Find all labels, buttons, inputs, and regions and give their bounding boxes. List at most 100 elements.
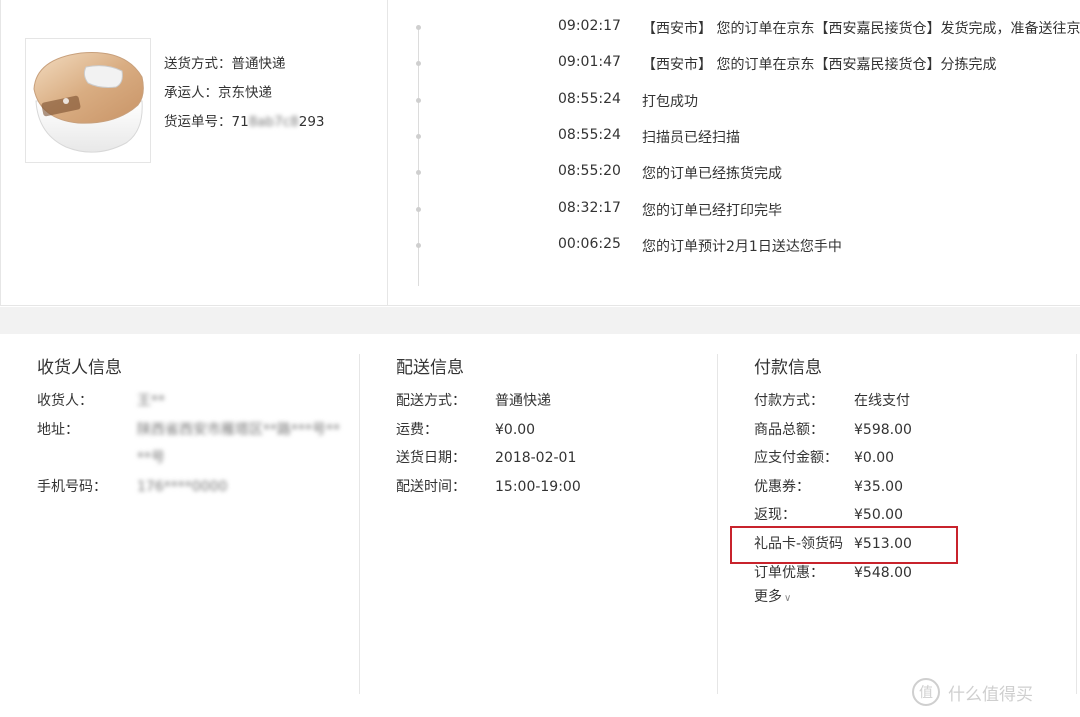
column-divider — [1076, 354, 1077, 694]
payment-row-value: ¥35.00 — [854, 478, 903, 495]
receiver-address-row: 地址： 陕西省西安市雁塔区**路***号** — [37, 419, 340, 448]
timeline-dot — [416, 97, 421, 103]
section-gap — [0, 307, 1080, 334]
receiver-address-cont-row: **号 — [37, 447, 165, 476]
timeline-text: 扫描员已经扫描 — [642, 129, 740, 146]
delivery-time-label: 配送时间： — [396, 478, 466, 495]
timeline-entry: 09:02:17 【西安市】 您的订单在京东【西安嘉民接货仓】发货完成，准备送往京 — [416, 18, 1080, 42]
receiver-title: 收货人信息 — [37, 358, 122, 378]
timeline-time: 09:02:17 — [558, 18, 621, 34]
tracking-number-suffix: 293 — [298, 114, 325, 130]
payment-row-label: 商品总额： — [754, 421, 824, 438]
delivery-fee-label: 运费： — [396, 421, 438, 438]
tracking-panel: 送货方式：普通快递 承运人：京东快递 货运单号：718ab7c8293 09:0… — [0, 0, 1080, 306]
delivery-time-row: 配送时间： 15:00-19:00 — [396, 476, 581, 505]
timeline-text: 【西安市】 您的订单在京东【西安嘉民接货仓】分拣完成 — [642, 57, 997, 74]
timeline-text: 您的订单预计2月1日送达您手中 — [642, 238, 842, 255]
timeline-dot — [416, 25, 421, 30]
timeline-dot — [416, 206, 421, 212]
watermark-text: 什么值得买 — [948, 684, 1033, 705]
delivery-method-row: 配送方式： 普通快递 — [396, 390, 551, 419]
timeline-time: 08:55:24 — [558, 126, 621, 143]
tracking-number-hidden: 8ab7c8 — [248, 114, 299, 130]
delivery-method-label: 配送方式： — [396, 393, 466, 409]
payment-row: 优惠券： ¥35.00 — [754, 476, 903, 505]
more-label: 更多 — [754, 589, 782, 606]
receiver-name-row: 收货人： 王** — [37, 390, 165, 419]
timeline-dot — [416, 242, 421, 248]
delivery-title: 配送信息 — [396, 358, 464, 378]
chevron-down-icon: ∨ — [784, 593, 792, 605]
delivery-info: 配送信息 配送方式： 普通快递 运费： ¥0.00 送货日期： 2018-02-… — [396, 356, 581, 505]
site-watermark: 值 什么值得买 — [912, 676, 1033, 708]
timeline-text: 您的订单已经打印完毕 — [642, 202, 782, 219]
tracking-number-prefix: 71 — [231, 114, 249, 130]
receiver-address-line1: 陕西省西安市雁塔区**路***号** — [137, 421, 340, 438]
receiver-address-label: 地址： — [37, 421, 79, 438]
payment-row-label: 返现： — [754, 507, 796, 524]
rice-cooker-image — [33, 52, 144, 153]
receiver-phone-value: 176****0000 — [137, 478, 228, 495]
highlight-annotation-box — [730, 526, 958, 564]
timeline-time: 00:06:25 — [558, 235, 621, 252]
payment-row-value: ¥598.00 — [854, 421, 912, 438]
receiver-phone-row: 手机号码： 176****0000 — [37, 476, 227, 505]
payment-row-label: 应支付金额： — [754, 450, 838, 467]
payment-row-value: 在线支付 — [854, 393, 910, 409]
payment-row-label: 优惠券： — [754, 478, 810, 495]
payment-row-label: 付款方式： — [754, 393, 824, 409]
delivery-fee-row: 运费： ¥0.00 — [396, 419, 535, 448]
delivery-fee-value: ¥0.00 — [495, 421, 536, 438]
carrier-label: 承运人： — [164, 85, 218, 101]
timeline-dot — [416, 61, 421, 67]
receiver-name-value: 王** — [137, 393, 165, 409]
timeline-time: 08:32:17 — [558, 199, 621, 216]
timeline-entry: 08:55:20 您的订单已经拣货完成 — [416, 163, 1080, 187]
timeline-time: 08:55:24 — [558, 90, 621, 107]
column-divider — [359, 354, 360, 694]
payment-row-value: ¥0.00 — [854, 450, 895, 467]
payment-row: 付款方式： 在线支付 — [754, 390, 910, 419]
panel-left-edge — [0, 0, 1, 306]
timeline-entry: 08:55:24 打包成功 — [416, 90, 1080, 115]
payment-info: 付款信息 付款方式： 在线支付商品总额： ¥598.00 应支付金额： ¥0.00 优惠券… — [754, 356, 912, 606]
shipping-method-row: 送货方式：普通快递 — [164, 52, 325, 81]
delivery-date-label: 送货日期： — [396, 450, 466, 467]
payment-row-value: ¥50.00 — [854, 507, 903, 524]
carrier-row: 承运人：京东快递 — [164, 81, 325, 110]
receiver-phone-label: 手机号码： — [37, 478, 107, 495]
timeline-entry: 08:55:24 扫描员已经扫描 — [416, 126, 1080, 151]
panel-divider — [387, 0, 388, 306]
timeline-dot — [416, 133, 421, 139]
timeline-entry: 00:06:25 您的订单预计2月1日送达您手中 — [416, 235, 1080, 260]
timeline-text: 打包成功 — [642, 93, 698, 110]
delivery-method-value: 普通快递 — [495, 393, 551, 409]
timeline-text: 【西安市】 您的订单在京东【西安嘉民接货仓】发货完成，准备送往京 — [642, 21, 1080, 37]
delivery-time-value: 15:00-19:00 — [495, 478, 581, 495]
timeline-time: 09:01:47 — [558, 54, 621, 71]
payment-row: 商品总额： ¥598.00 — [754, 419, 912, 448]
timeline-time: 08:55:20 — [558, 163, 621, 180]
delivery-date-value: 2018-02-01 — [495, 450, 577, 467]
shipping-method-label: 送货方式： — [164, 56, 232, 72]
product-thumbnail[interactable] — [25, 38, 151, 163]
timeline-entry: 08:32:17 您的订单已经打印完毕 — [416, 199, 1080, 224]
timeline-entry: 09:01:47 【西安市】 您的订单在京东【西安嘉民接货仓】分拣完成 — [416, 54, 1080, 78]
payment-title: 付款信息 — [754, 358, 822, 378]
payment-row: 订单优惠： ¥548.00 — [754, 562, 912, 591]
tracking-timeline: 09:02:17 【西安市】 您的订单在京东【西安嘉民接货仓】发货完成，准备送往京… — [416, 18, 1080, 288]
receiver-name-label: 收货人： — [37, 393, 93, 409]
timeline-text: 您的订单已经拣货完成 — [642, 166, 782, 183]
payment-row-label: 订单优惠： — [754, 564, 824, 581]
carrier-value: 京东快递 — [218, 85, 272, 101]
receiver-info: 收货人信息 收货人： 王** 地址： 陕西省西安市雁塔区**路***号** **… — [37, 356, 340, 505]
watermark-logo-icon: 值 — [912, 678, 940, 706]
tracking-number-label: 货运单号： — [164, 114, 232, 130]
shipping-info: 送货方式：普通快递 承运人：京东快递 货运单号：718ab7c8293 — [164, 52, 325, 139]
delivery-date-row: 送货日期： 2018-02-01 — [396, 447, 576, 476]
timeline-dot — [416, 170, 421, 176]
shipping-method-value: 普通快递 — [231, 56, 286, 72]
tracking-number-row: 货运单号：718ab7c8293 — [164, 110, 325, 139]
column-divider — [717, 354, 718, 694]
payment-row: 应支付金额： ¥0.00 — [754, 447, 894, 476]
